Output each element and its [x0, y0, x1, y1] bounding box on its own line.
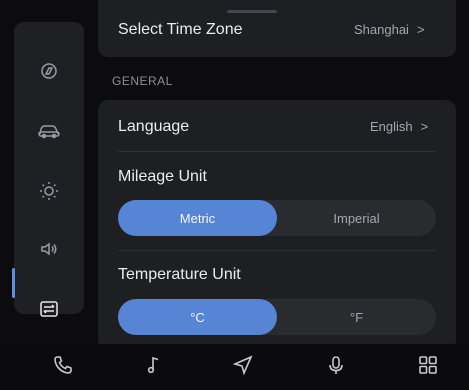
car-icon [38, 125, 60, 139]
temperature-option-celsius[interactable]: °C [118, 299, 277, 335]
chevron-right-icon: > [420, 119, 429, 134]
language-value: English [370, 119, 413, 134]
apps-grid-icon [419, 356, 437, 374]
navigation-icon [232, 355, 253, 376]
nav-voice[interactable] [321, 350, 351, 380]
sidebar-item-sound[interactable] [14, 224, 84, 274]
microphone-icon [329, 356, 343, 374]
sidebar-item-general[interactable] [14, 46, 84, 96]
nav-music[interactable] [139, 350, 169, 380]
active-indicator [12, 268, 15, 298]
mileage-option-imperial[interactable]: Imperial [277, 200, 436, 236]
timezone-label: Select Time Zone [118, 21, 243, 38]
general-icon [41, 63, 57, 79]
temperature-option-fahrenheit[interactable]: °F [277, 299, 436, 335]
temperature-segmented-control: °C °F [118, 299, 436, 335]
settings-sidebar [14, 22, 84, 317]
brightness-icon [40, 182, 58, 200]
sidebar-item-vehicle[interactable] [14, 106, 84, 156]
mileage-label: Mileage Unit [118, 168, 207, 185]
sidebar-item-display[interactable] [14, 166, 84, 216]
nav-phone[interactable] [48, 350, 78, 380]
volume-icon [41, 242, 57, 256]
mileage-segmented-control: Metric Imperial [118, 200, 436, 236]
nav-navigation[interactable] [228, 350, 258, 380]
language-label: Language [118, 118, 190, 135]
chevron-right-icon: > [416, 22, 425, 37]
timezone-value: Shanghai [354, 22, 409, 37]
section-header-general: GENERAL [112, 74, 173, 88]
nav-apps[interactable] [413, 350, 443, 380]
mileage-option-metric[interactable]: Metric [118, 200, 277, 236]
divider [118, 250, 436, 251]
system-settings-icon [40, 301, 58, 317]
language-row[interactable]: English > [370, 119, 428, 134]
temperature-label: Temperature Unit [118, 266, 241, 283]
sidebar-item-system[interactable] [14, 284, 84, 334]
music-icon [147, 356, 159, 374]
drag-handle[interactable] [227, 10, 277, 13]
divider [118, 151, 436, 152]
phone-icon [54, 356, 72, 374]
timezone-row[interactable]: Shanghai > [354, 22, 425, 37]
